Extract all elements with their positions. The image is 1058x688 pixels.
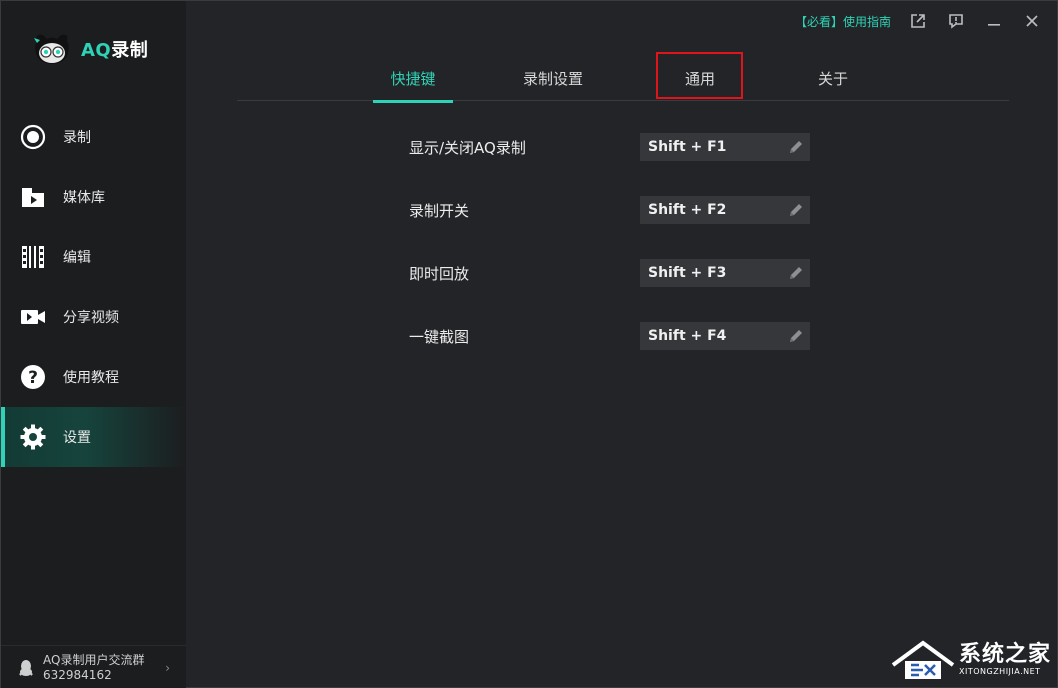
shortcut-name: 一键截图 bbox=[409, 327, 470, 346]
media-library-icon bbox=[20, 184, 46, 210]
record-icon bbox=[20, 124, 46, 150]
watermark-title: 系统之家 bbox=[958, 641, 1051, 667]
sidebar-item-share-video[interactable]: 分享视频 bbox=[1, 287, 186, 347]
app-logo: AQ录制 bbox=[33, 29, 148, 69]
sidebar-item-record[interactable]: 录制 bbox=[1, 107, 186, 167]
shortcut-key-value: Shift + F3 bbox=[648, 265, 727, 281]
qq-penguin-icon bbox=[17, 659, 35, 677]
shortcut-key-field[interactable]: Shift + F2 bbox=[640, 196, 810, 224]
sidebar-item-edit[interactable]: 编辑 bbox=[1, 227, 186, 287]
community-group-number: 632984162 bbox=[43, 667, 112, 682]
shortcut-name: 即时回放 bbox=[409, 264, 470, 283]
help-icon: ? bbox=[20, 364, 46, 390]
sidebar-item-settings[interactable]: 设置 bbox=[1, 407, 186, 467]
user-guide-link[interactable]: 【必看】使用指南 bbox=[795, 13, 891, 30]
settings-tabs: 快捷键 录制设置 通用 关于 bbox=[237, 52, 1009, 103]
pencil-icon[interactable] bbox=[788, 139, 804, 155]
shortcut-row: 一键截图 Shift + F4 bbox=[409, 321, 811, 351]
watermark-subtitle: XITONGZHIJIA.NET bbox=[958, 666, 1041, 676]
highlight-box bbox=[656, 52, 743, 99]
tab-record-settings[interactable]: 录制设置 bbox=[513, 55, 593, 101]
shortcut-name: 录制开关 bbox=[409, 201, 470, 220]
gear-icon bbox=[20, 424, 46, 450]
watermark-house-logo bbox=[891, 640, 955, 679]
sidebar-item-label: 媒体库 bbox=[63, 190, 105, 206]
external-link-icon[interactable] bbox=[905, 8, 931, 34]
app-name-suffix: 录制 bbox=[111, 40, 149, 61]
tab-shortcuts[interactable]: 快捷键 bbox=[373, 55, 453, 103]
sidebar-item-label: 编辑 bbox=[63, 250, 91, 266]
sidebar-item-label: 设置 bbox=[63, 430, 91, 446]
close-icon[interactable] bbox=[1019, 8, 1045, 34]
sidebar-item-media-library[interactable]: 媒体库 bbox=[1, 167, 186, 227]
pencil-icon[interactable] bbox=[788, 265, 804, 281]
shortcut-name: 显示/关闭AQ录制 bbox=[409, 138, 526, 157]
shortcut-row: 显示/关闭AQ录制 Shift + F1 bbox=[409, 132, 811, 162]
shortcut-row: 即时回放 Shift + F3 bbox=[409, 258, 811, 288]
svg-text:?: ? bbox=[28, 368, 38, 388]
shortcut-key-field[interactable]: Shift + F4 bbox=[640, 322, 810, 350]
sidebar-item-label: 录制 bbox=[63, 130, 91, 146]
edit-film-icon bbox=[20, 244, 46, 270]
sidebar-item-tutorial[interactable]: ? 使用教程 bbox=[1, 347, 186, 407]
pencil-icon[interactable] bbox=[788, 202, 804, 218]
feedback-icon[interactable] bbox=[943, 8, 969, 34]
sidebar: AQ录制 录制 媒体库 编辑 分享视频 ? 使用教程 设置 AQ录制用户交流群 … bbox=[1, 1, 186, 688]
sidebar-nav: 录制 媒体库 编辑 分享视频 ? 使用教程 设置 bbox=[1, 107, 186, 467]
pencil-icon[interactable] bbox=[788, 328, 804, 344]
app-name-prefix: AQ bbox=[81, 40, 112, 61]
sidebar-item-label: 分享视频 bbox=[63, 310, 119, 326]
shortcut-key-value: Shift + F4 bbox=[648, 328, 727, 344]
title-bar: 【必看】使用指南 bbox=[795, 1, 1057, 41]
shortcut-key-value: Shift + F1 bbox=[648, 139, 727, 155]
shortcut-row: 录制开关 Shift + F2 bbox=[409, 195, 811, 225]
site-watermark: 系统之家 XITONGZHIJIA.NET bbox=[889, 635, 1051, 683]
share-video-icon bbox=[20, 304, 46, 330]
app-window: AQ录制 录制 媒体库 编辑 分享视频 ? 使用教程 设置 AQ录制用户交流群 … bbox=[0, 0, 1058, 688]
shortcut-key-field[interactable]: Shift + F3 bbox=[640, 259, 810, 287]
community-group-name: AQ录制用户交流群 bbox=[43, 652, 145, 667]
chevron-right-icon: › bbox=[165, 661, 170, 675]
minimize-icon[interactable] bbox=[981, 8, 1007, 34]
sidebar-item-label: 使用教程 bbox=[63, 370, 119, 386]
community-text: AQ录制用户交流群 632984162 bbox=[43, 653, 144, 683]
tab-about[interactable]: 关于 bbox=[793, 55, 873, 101]
shortcut-key-value: Shift + F2 bbox=[648, 202, 727, 218]
shortcut-key-field[interactable]: Shift + F1 bbox=[640, 133, 810, 161]
logo-mascot-icon bbox=[33, 31, 71, 67]
watermark-text: 系统之家 XITONGZHIJIA.NET bbox=[958, 641, 1051, 676]
community-group-link[interactable]: AQ录制用户交流群 632984162 › bbox=[1, 645, 186, 688]
app-name: AQ录制 bbox=[81, 36, 148, 62]
